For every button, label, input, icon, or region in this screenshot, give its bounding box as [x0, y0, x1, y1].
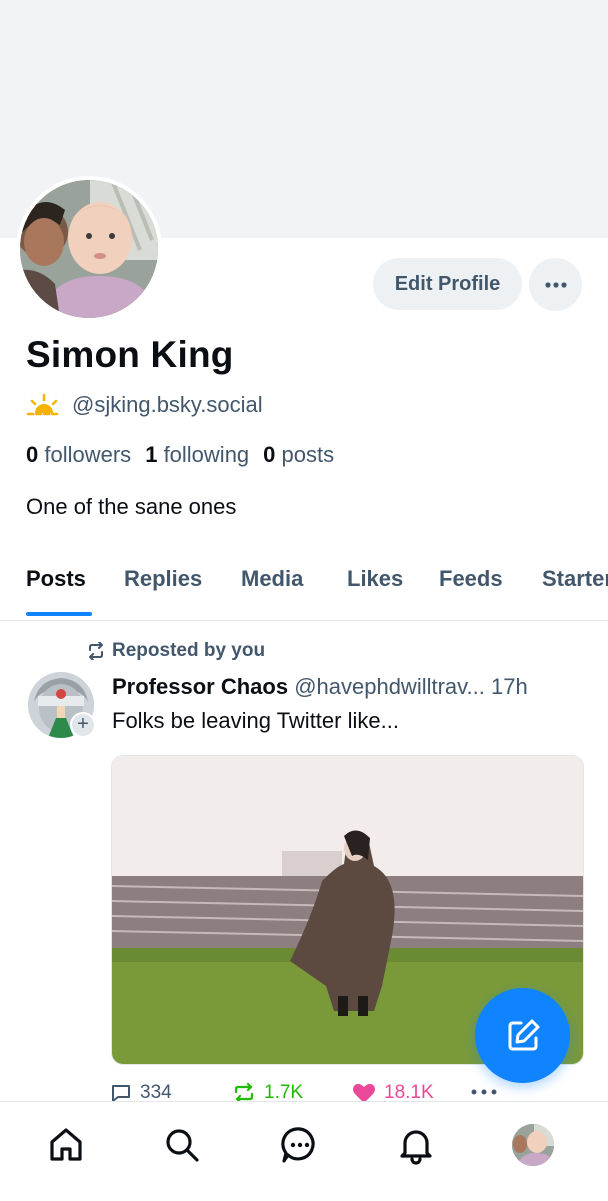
chat-icon [281, 1127, 315, 1163]
post-more-button[interactable] [470, 1088, 498, 1096]
follow-plus-button[interactable]: + [70, 712, 96, 738]
handle-row: @sjking.bsky.social [26, 392, 263, 418]
posts-stat: 0 posts [263, 442, 334, 468]
post-header: Professor Chaos @havephdwilltrav... 17h [112, 674, 528, 700]
bell-icon [400, 1130, 432, 1165]
repost-indicator: Reposted by you [86, 640, 265, 662]
profile-avatar[interactable] [16, 176, 162, 322]
post-author-handle[interactable]: @havephdwilltrav... [294, 674, 485, 699]
posts-label: posts [281, 442, 335, 467]
following-stat[interactable]: 1 following [145, 442, 249, 468]
post-author-name[interactable]: Professor Chaos [112, 674, 288, 699]
tab-media[interactable]: Media [241, 566, 303, 592]
compose-icon [508, 1019, 539, 1050]
profile-bio: One of the sane ones [26, 494, 237, 519]
posts-count: 0 [263, 442, 276, 467]
display-name: Simon King [26, 334, 234, 375]
post-time[interactable]: 17h [491, 674, 528, 699]
repost-icon [89, 642, 103, 660]
repost-action-icon [234, 1083, 254, 1103]
repost-label: Reposted by you [112, 640, 266, 661]
profile-stats: 0 followers 1 following 0 posts [26, 442, 348, 468]
reply-icon [112, 1085, 130, 1102]
followers-stat[interactable]: 0 followers [26, 442, 131, 468]
nav-search[interactable] [159, 1122, 205, 1168]
compose-button[interactable] [475, 988, 570, 1083]
ellipsis-icon [544, 282, 567, 288]
post-text: Folks be leaving Twitter like... [112, 708, 399, 733]
sun-emoji-icon [26, 393, 62, 416]
profile-avatar-thumb [512, 1124, 554, 1166]
home-icon [50, 1128, 82, 1161]
profile-tabs: Posts Replies Media Likes Feeds Starter … [0, 548, 608, 621]
search-icon [166, 1129, 199, 1162]
tab-replies[interactable]: Replies [124, 566, 202, 592]
nav-notifications[interactable] [393, 1122, 439, 1168]
bottom-nav [0, 1101, 608, 1201]
following-label: following [163, 442, 250, 467]
tab-likes[interactable]: Likes [347, 566, 403, 592]
tab-posts[interactable]: Posts [26, 566, 86, 592]
tab-feeds[interactable]: Feeds [439, 566, 503, 592]
nav-chat[interactable] [277, 1122, 323, 1168]
active-tab-indicator [26, 612, 92, 616]
nav-profile-avatar [512, 1124, 554, 1166]
followers-label: followers [44, 442, 132, 467]
ellipsis-icon [471, 1089, 497, 1095]
nav-profile[interactable] [510, 1122, 556, 1168]
avatar-photo [20, 180, 158, 318]
following-count: 1 [145, 442, 158, 467]
tab-starter-packs[interactable]: Starter Packs [542, 566, 608, 592]
nav-home[interactable] [43, 1122, 89, 1168]
profile-handle: @sjking.bsky.social [72, 392, 263, 417]
followers-count: 0 [26, 442, 39, 467]
edit-profile-button[interactable]: Edit Profile [373, 258, 522, 310]
more-options-button[interactable] [529, 258, 582, 311]
